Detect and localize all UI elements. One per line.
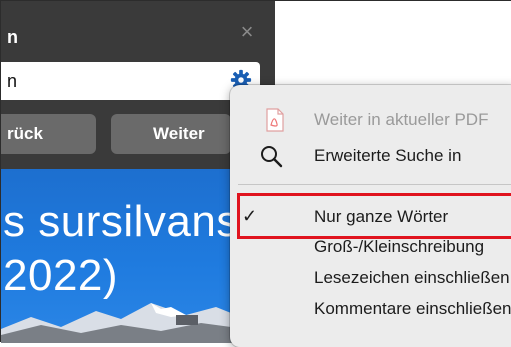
pdf-icon: [266, 108, 284, 132]
panel-title: n: [7, 27, 19, 47]
page-thumbnail[interactable]: s sursilvans 2022): [1, 169, 246, 343]
menu-item-include-comments[interactable]: Kommentare einschließen: [230, 294, 511, 324]
menu-separator: [238, 184, 511, 185]
menu-item-label: Erweiterte Suche in: [314, 146, 462, 165]
mountain-image: [1, 303, 246, 343]
menu-item-label: Lesezeichen einschließen: [314, 268, 510, 287]
search-icon: [261, 146, 283, 168]
menu-item-label: Groß-/Kleinschreibung: [314, 237, 485, 256]
search-input-value: n: [7, 71, 18, 91]
thumbnail-text-line1: s sursilvans: [3, 197, 239, 246]
next-button[interactable]: Weiter: [111, 114, 231, 154]
menu-item-label: Weiter in aktueller PDF: [314, 110, 489, 129]
menu-item-include-bookmarks[interactable]: Lesezeichen einschließen: [230, 263, 511, 293]
close-icon[interactable]: ×: [237, 21, 257, 43]
back-button[interactable]: rück: [1, 114, 96, 154]
menu-item-next-in-pdf: Weiter in aktueller PDF: [230, 105, 511, 135]
highlight-annotation: [237, 193, 511, 239]
search-input[interactable]: n: [1, 62, 260, 100]
menu-item-label: Kommentare einschließen: [314, 299, 511, 318]
menu-item-advanced-search[interactable]: Erweiterte Suche in: [230, 141, 511, 171]
